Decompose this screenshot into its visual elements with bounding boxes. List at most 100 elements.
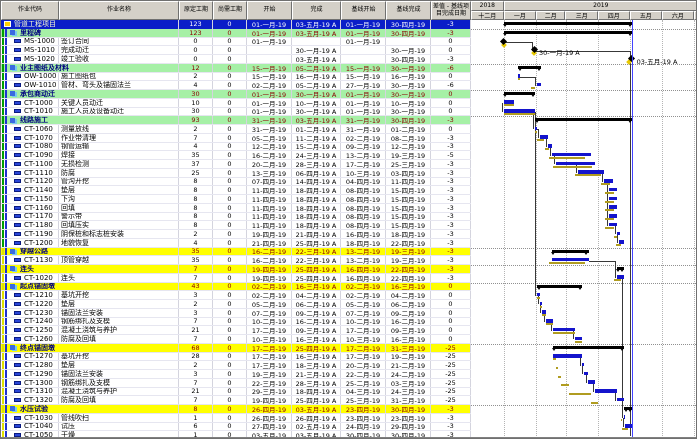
month-label[interactable]: 五月 (630, 11, 663, 21)
group-row[interactable]: 起点锚固墩43002-二月-1916-三月-19 A02-二月-1916-三月-… (1, 283, 471, 292)
activity-bar[interactable] (584, 372, 587, 376)
table-row[interactable]: OW-1010管材、弯头及锚固法兰4002-二月-1905-二月-19 A27-… (1, 81, 471, 90)
table-row[interactable]: CT-1040试压6027-四月-1902-五月-19 A24-四月-1929-… (1, 423, 471, 432)
activity-table[interactable]: 管道工程项目123001-一月-1903-五月-19 A01-一月-1930-四… (1, 20, 471, 439)
summary-bar[interactable] (552, 250, 589, 253)
activity-bar[interactable] (552, 258, 589, 262)
group-row[interactable]: 连头7019-四月-1925-四月-19 A16-四月-1922-四月-19-3 (1, 265, 471, 274)
column-header-activity-id[interactable]: 作业代码 (1, 1, 59, 20)
table-row[interactable]: CT-1270基坑开挖28017-二月-1916-三月-19 A17-二月-19… (1, 353, 471, 362)
table-row[interactable]: CT-1060测量放线2031-一月-1901-二月-19 A31-一月-190… (1, 125, 471, 134)
table-row[interactable]: CT-1250混凝土浇筑与养护21017-二月-1909-三月-19 A17-二… (1, 326, 471, 335)
activity-bar[interactable] (553, 354, 582, 358)
activity-bar[interactable] (504, 100, 515, 104)
activity-bar[interactable] (553, 328, 575, 332)
summary-bar[interactable] (553, 346, 624, 349)
table-row[interactable]: CT-1320防腐及回填7019-四月-1925-四月-19 A25-三月-19… (1, 396, 471, 405)
table-row[interactable]: CT-1070作业带清理7005-二月-1911-二月-19 A02-二月-19… (1, 134, 471, 143)
column-header-start[interactable]: 开始 (247, 1, 292, 20)
group-row[interactable]: 线路施工93031-一月-1903-五月-19 A31-一月-1930-四月-1… (1, 116, 471, 125)
activity-bar[interactable] (619, 240, 624, 244)
group-row[interactable]: 水压试验8026-四月-1903-五月-19 A23-四月-1930-四月-19… (1, 405, 471, 414)
table-row[interactable]: CT-1030管线吹扫1026-四月-1926-四月-19 A23-四月-192… (1, 414, 471, 423)
activity-bar[interactable] (617, 275, 624, 279)
month-label[interactable]: 二月 (536, 11, 565, 21)
month-label[interactable]: 六月 (662, 11, 694, 21)
table-row[interactable]: CT-1290锚固法兰安装3019-三月-1921-三月-19 A22-二月-1… (1, 370, 471, 379)
year-2018[interactable]: 2018 (471, 1, 504, 11)
month-label[interactable]: 四月 (598, 11, 630, 21)
group-row[interactable]: 业主图纸及材料12015-一月-1905-二月-19 A15-一月-1930-一… (1, 64, 471, 73)
table-row[interactable]: CT-1260防腐及回填7010-三月-1916-三月-19 A10-三月-19… (1, 335, 471, 344)
activity-bar[interactable] (582, 363, 584, 367)
activity-bar[interactable] (595, 389, 617, 393)
table-row[interactable]: CT-1240钢筋绑扎及支模7010-二月-1916-二月-19 A10-二月-… (1, 318, 471, 327)
gantt-chart[interactable]: 30-一月-19 A03-五月-19 A (471, 20, 697, 439)
activity-bar[interactable] (575, 337, 582, 341)
activity-bar[interactable] (540, 302, 542, 306)
column-header-baseline-finish[interactable]: 基线完成 (386, 1, 431, 20)
table-row[interactable]: CT-1280垫层2017-三月-1918-三月-19 A20-二月-1921-… (1, 361, 471, 370)
table-row[interactable]: CT-1170警示带8011-四月-1918-四月-19 A08-四月-1915… (1, 213, 471, 222)
activity-bar[interactable] (617, 232, 620, 236)
group-row[interactable]: 终点锚固墩68017-二月-1925-四月-19 A17-二月-1931-三月-… (1, 344, 471, 353)
table-row[interactable]: MS-1000签订合同0001-一月-1901-一月-190 (1, 38, 471, 47)
group-row[interactable]: 承包商动迁30001-一月-1930-一月-19 A01-一月-1930-一月-… (1, 90, 471, 99)
activity-bar[interactable] (609, 214, 617, 218)
table-row[interactable]: CT-1200地貌恢复4021-四月-1925-四月-19 A18-四月-192… (1, 239, 471, 248)
column-header-variance[interactable]: 差值 - 基线项目完成日期 (431, 1, 471, 20)
table-row[interactable]: OW-1000施工图纸包2015-一月-1916-一月-19 A15-一月-19… (1, 73, 471, 82)
activity-bar[interactable] (588, 380, 595, 384)
activity-bar[interactable] (537, 293, 540, 297)
activity-bar[interactable] (609, 205, 617, 209)
activity-bar[interactable] (604, 179, 612, 183)
activity-bar[interactable] (504, 109, 536, 113)
activity-bar[interactable] (624, 415, 625, 419)
table-row[interactable]: CT-1180回填压实8011-四月-1918-四月-19 A08-四月-191… (1, 221, 471, 230)
group-row[interactable]: 穿越公路35016-二月-1922-三月-19 A13-二月-1919-三月-1… (1, 248, 471, 257)
activity-bar[interactable] (540, 135, 547, 139)
activity-bar[interactable] (535, 127, 537, 131)
table-row[interactable]: CT-1090焊接35016-二月-1924-三月-19 A13-二月-1919… (1, 151, 471, 160)
table-row[interactable]: MS-1020竣工验收0003-五月-19 A30-四月-19-3 (1, 55, 471, 64)
activity-bar[interactable] (609, 197, 617, 201)
group-row[interactable]: 里程碑123001-一月-1903-五月-19 A01-一月-1930-四月-1… (1, 29, 471, 38)
table-row[interactable]: CT-1140垫层8011-四月-1918-四月-19 A08-四月-1915-… (1, 186, 471, 195)
table-row[interactable]: CT-1130顶管穿越35016-二月-1922-三月-19 A13-二月-19… (1, 256, 471, 265)
activity-bar[interactable] (546, 319, 553, 323)
table-row[interactable]: CT-1230锚固法兰安装3007-二月-1909-二月-19 A07-二月-1… (1, 309, 471, 318)
activity-bar[interactable] (609, 223, 617, 227)
activity-bar[interactable] (542, 310, 545, 314)
table-row[interactable]: CT-1160回填8011-四月-1918-四月-19 A08-四月-1915-… (1, 204, 471, 213)
activity-bar[interactable] (548, 144, 552, 148)
column-header-baseline-start[interactable]: 基线开始 (341, 1, 386, 20)
activity-bar[interactable] (609, 188, 617, 192)
table-row[interactable]: CT-1220垫层2005-二月-1906-二月-19 A05-二月-1906-… (1, 300, 471, 309)
activity-bar[interactable] (518, 74, 520, 78)
summary-bar[interactable] (537, 285, 582, 288)
gantt-timescale[interactable]: 2018 2019 十二月一月二月三月四月五月六月 (471, 1, 697, 20)
column-header-activity-name[interactable]: 作业名称 (59, 1, 179, 20)
table-row[interactable]: CT-1010施工人员及设备动迁30001-一月-1930-一月-19 A01-… (1, 108, 471, 117)
table-row[interactable]: CT-1210基坑开挖3002-二月-1904-二月-19 A02-二月-190… (1, 291, 471, 300)
summary-bar[interactable] (535, 118, 633, 121)
table-row[interactable]: CT-1300钢筋绑扎及支模7022-三月-1928-三月-19 A25-二月-… (1, 379, 471, 388)
month-label[interactable]: 十二月 (471, 11, 504, 21)
column-header-finish[interactable]: 完成 (292, 1, 341, 20)
activity-bar[interactable] (617, 398, 624, 402)
table-row[interactable]: MS-1010完成动迁0030-一月-19 A30-一月-190 (1, 46, 471, 55)
year-2019[interactable]: 2019 (504, 1, 697, 11)
table-row[interactable]: CT-1190阴保桩和标志桩安装2019-四月-1921-四月-19 A16-四… (1, 230, 471, 239)
month-label[interactable]: 一月 (504, 11, 537, 21)
table-row[interactable]: CT-1080钢管运输4012-二月-1915-二月-19 A09-二月-191… (1, 143, 471, 152)
table-row[interactable]: CT-1110防腐25013-三月-1906-四月-19 A10-三月-1903… (1, 169, 471, 178)
summary-bar[interactable] (504, 31, 633, 34)
table-row[interactable]: CT-1120管沟开挖8007-四月-1914-四月-19 A04-四月-191… (1, 178, 471, 187)
column-header-original-duration[interactable]: 原定工期 (179, 1, 213, 20)
activity-bar[interactable] (556, 162, 595, 166)
table-row[interactable]: CT-1150下沟8011-四月-1918-四月-19 A08-四月-1915-… (1, 195, 471, 204)
table-row[interactable]: CT-1100无损检测37020-二月-1928-三月-19 A17-二月-19… (1, 160, 471, 169)
activity-bar[interactable] (552, 153, 591, 157)
summary-bar[interactable] (504, 22, 633, 25)
project-row[interactable]: 管道工程项目123001-一月-1903-五月-19 A01-一月-1930-四… (1, 20, 471, 29)
